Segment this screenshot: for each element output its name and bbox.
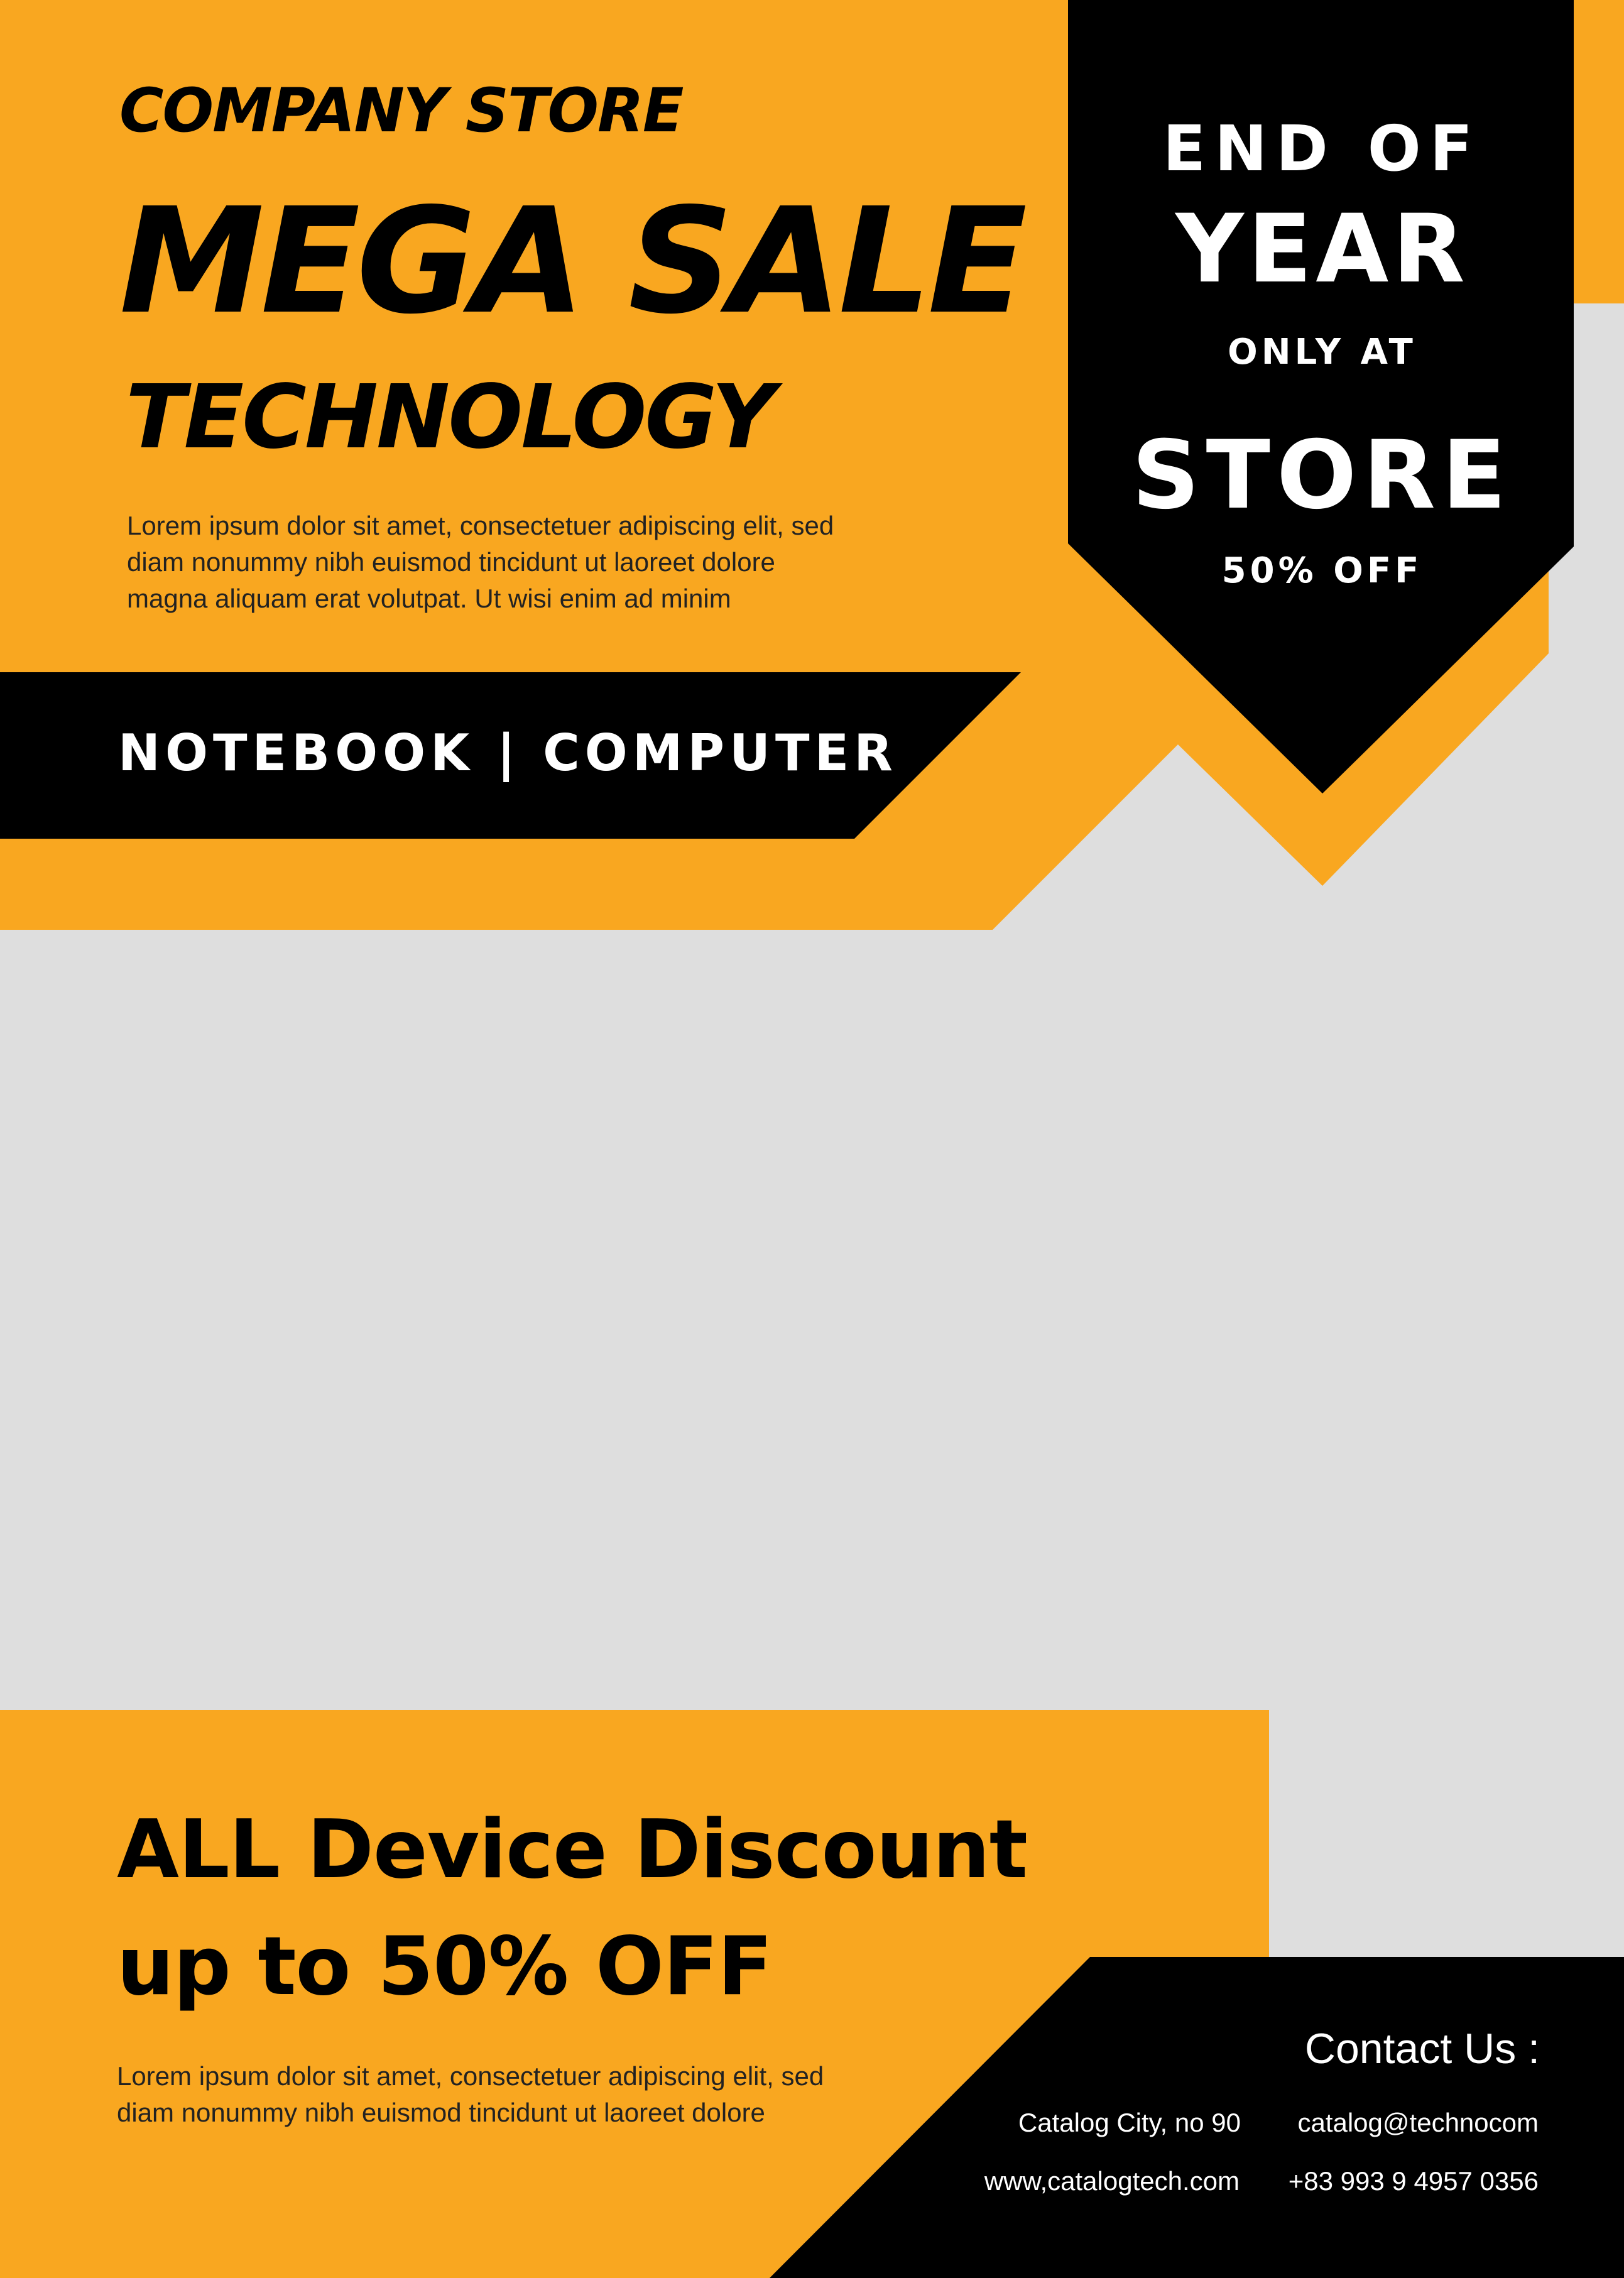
contact-phone[interactable]: +83 993 9 4957 0356 [1289,2166,1539,2196]
contact-email[interactable]: catalog@technocom [1297,2108,1539,2138]
flyer-page: COMPANY STORE MEGA SALE TECHNOLOGY Lorem… [0,0,1624,2278]
header-body-text: Lorem ipsum dolor sit amet, consectetuer… [127,508,834,617]
badge-line-discount: 50% OFF [1221,550,1423,591]
discount-body-text: Lorem ipsum dolor sit amet, consectetuer… [117,2058,824,2131]
discount-body-line: diam nonummy nibh euismod tincidunt ut l… [117,2098,765,2127]
badge-line-store: STORE [1131,421,1513,530]
header-body-line: magna aliquam erat volutpat. Ut wisi eni… [127,584,731,613]
header-body-line: Lorem ipsum dolor sit amet, consectetuer… [127,511,834,540]
headline: MEGA SALE [119,177,1027,346]
subhead: TECHNOLOGY [126,366,775,469]
category-band-label: NOTEBOOK | COMPUTER [118,724,898,782]
badge-line-year: YEAR [1175,195,1469,304]
header-body-line: diam nonummy nibh euismod tincidunt ut l… [127,547,775,577]
contact-address: Catalog City, no 90 [1018,2108,1241,2137]
discount-headline-line1: ALL Device Discount [117,1803,1028,1897]
contact-title: Contact Us : [1304,2025,1540,2073]
contact-website[interactable]: www,catalogtech.com [984,2166,1240,2196]
badge-line-only-at: ONLY AT [1228,332,1417,373]
badge-line-end-of: END OF [1162,112,1482,185]
discount-body-line: Lorem ipsum dolor sit amet, consectetuer… [117,2061,824,2091]
store-label: COMPANY STORE [119,75,684,146]
discount-headline-line2: up to 50% OFF [117,1920,773,2014]
